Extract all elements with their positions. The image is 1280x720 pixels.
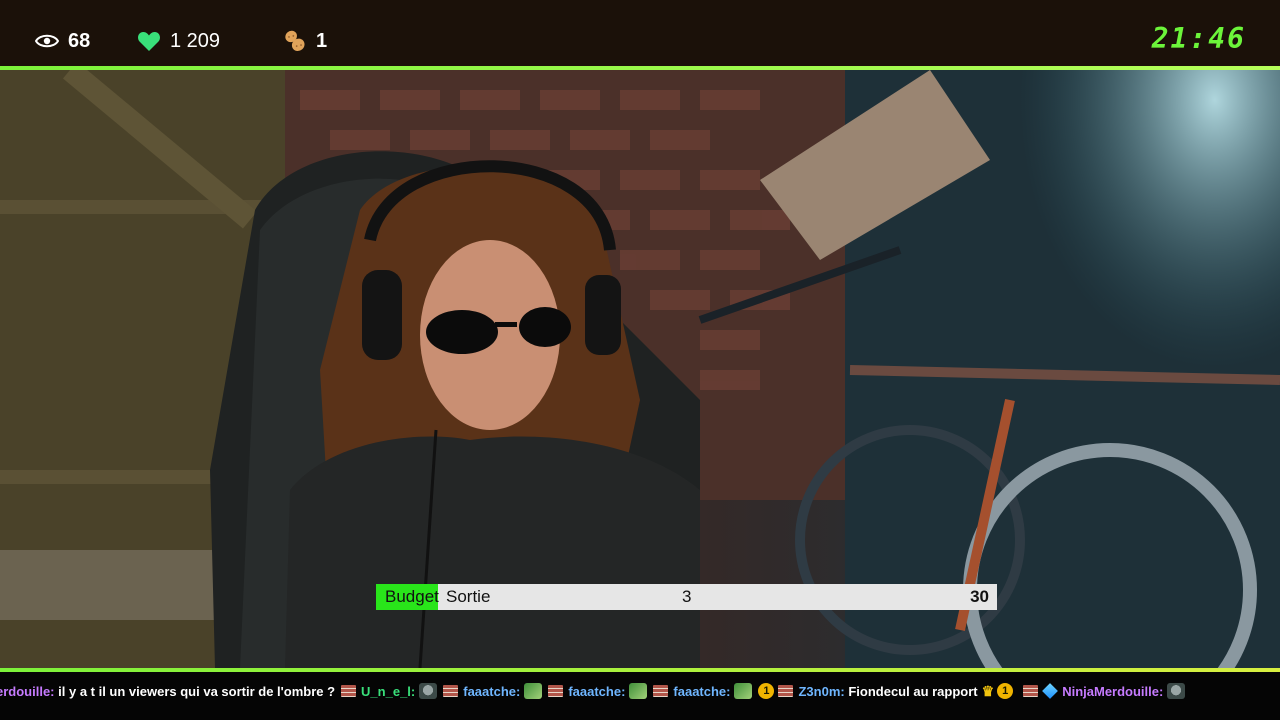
money-emote-icon [629, 683, 648, 699]
brick-badge-icon [653, 685, 669, 697]
video-scene-illustration [0, 70, 1280, 668]
clock: 21:46 [1151, 22, 1246, 55]
chat-message: 1 Z3n0m: Fiondecul au rapport ♛ 1 [758, 683, 1017, 700]
top-stats-bar: 68 1 209 1 21:46 [0, 0, 1280, 66]
chat-username: NinjaMerdouille: [1062, 683, 1164, 699]
budget-progress-bar: Budget Sortie 3 30 [376, 584, 997, 610]
money-emote-icon [734, 683, 753, 699]
cube-badge-icon [1042, 683, 1059, 699]
coin-badge-icon: 1 [997, 683, 1014, 699]
budget-name: Sortie [446, 587, 491, 606]
brick-badge-icon [548, 685, 564, 697]
likes-count: 1 209 [136, 21, 220, 61]
peanut-count-value: 1 [316, 29, 328, 52]
chat-ticker-track: erdouille: il y a t il un viewers qui va… [0, 678, 1191, 704]
face-emote-icon [1167, 683, 1186, 699]
brick-badge-icon [341, 685, 357, 697]
webcam-video [0, 70, 1280, 668]
peanut-count: 1 [282, 21, 327, 61]
brick-badge-icon [1023, 685, 1039, 697]
zombie-emote-icon [419, 683, 438, 699]
chat-username: U_n_e_l: [361, 683, 416, 699]
chat-text: il y a t il un viewers qui va sortir de … [58, 683, 336, 699]
chat-message: faaatche: [548, 683, 648, 699]
viewer-count-value: 68 [68, 29, 91, 52]
budget-max-value: 30 [970, 587, 989, 606]
chat-message: U_n_e_l: [341, 683, 438, 699]
crown-emote-icon: ♛ [981, 682, 995, 699]
chat-ticker: erdouille: il y a t il un viewers qui va… [0, 672, 1280, 720]
chat-username: faaatche: [673, 683, 731, 699]
viewer-count: 68 [34, 21, 90, 61]
chat-message: erdouille: il y a t il un viewers qui va… [0, 684, 335, 699]
chat-username: erdouille: [0, 683, 55, 699]
peanut-icon [282, 28, 308, 54]
budget-current-value: 3 [682, 587, 692, 606]
money-emote-icon [524, 683, 543, 699]
brick-badge-icon [778, 685, 794, 697]
chat-username: Z3n0m: [798, 683, 845, 699]
heart-icon [136, 28, 162, 54]
eye-icon [34, 28, 60, 54]
chat-message: NinjaMerdouille: [1023, 683, 1186, 699]
chat-username: faaatche: [463, 683, 521, 699]
chat-text: Fiondecul au rapport [848, 683, 978, 699]
brick-badge-icon [443, 685, 459, 697]
chat-message: faaatche: [443, 683, 543, 699]
chat-username: faaatche: [568, 683, 626, 699]
likes-count-value: 1 209 [170, 29, 221, 52]
budget-label: Budget [385, 587, 439, 606]
chat-message: faaatche: [653, 683, 753, 699]
coin-badge-icon: 1 [758, 683, 775, 699]
